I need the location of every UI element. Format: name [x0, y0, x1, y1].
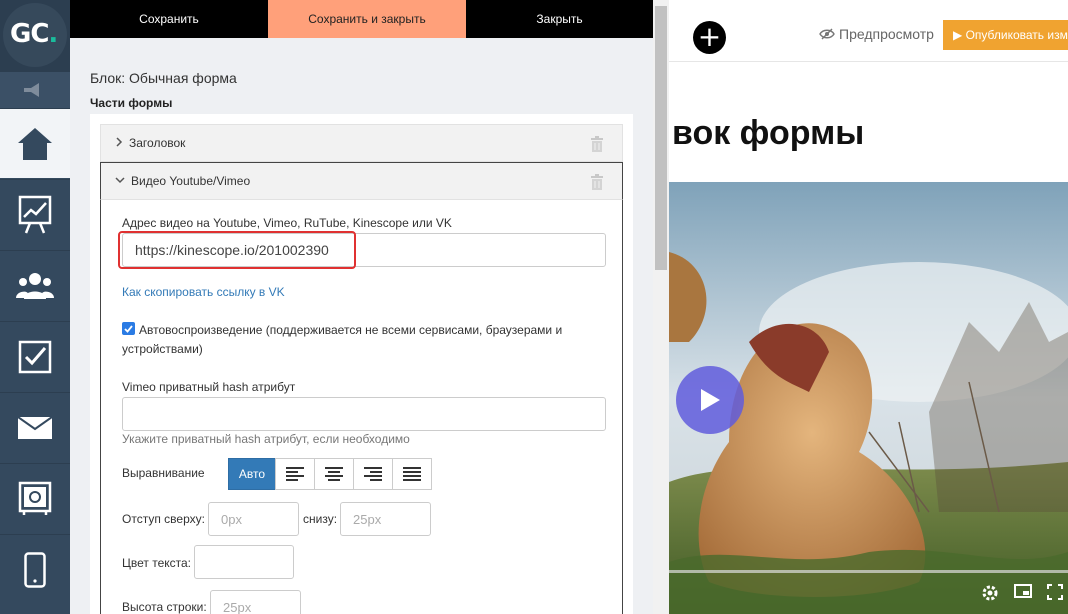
center-align-icon [325, 467, 343, 481]
eye-slash-icon [819, 28, 835, 40]
margin-bottom-placeholder: 25px [353, 511, 382, 527]
megaphone-icon [24, 83, 39, 97]
align-center-button[interactable] [314, 458, 354, 490]
form-title-preview: вок формы [672, 114, 865, 152]
text-color-input[interactable] [194, 545, 294, 579]
logo-dot: . [48, 19, 58, 49]
line-height-placeholder: 25px [223, 599, 252, 614]
right-align-icon [364, 467, 382, 481]
autoplay-label-line1: Автовоспроизведение (поддерживается не в… [139, 323, 563, 337]
preview-toolbar: + Предпросмотр ▶ Опубликовать изм [669, 0, 1068, 62]
fullscreen-button[interactable] [1047, 584, 1063, 603]
part-header-title[interactable]: Заголовок [100, 124, 623, 162]
line-height-input[interactable]: 25px [210, 590, 301, 614]
checkbox-icon [18, 340, 52, 373]
nav-analytics[interactable] [0, 179, 70, 249]
add-block-button[interactable]: + [693, 21, 726, 54]
nav-mobile[interactable] [0, 534, 70, 604]
align-auto-button[interactable]: Авто [228, 458, 276, 490]
part-label: Заголовок [129, 136, 186, 150]
autoplay-checkbox[interactable] [122, 322, 135, 335]
scrollbar-thumb[interactable] [655, 6, 667, 270]
align-right-button[interactable] [353, 458, 393, 490]
margin-top-placeholder: 0px [221, 511, 242, 527]
safe-icon [18, 481, 52, 515]
align-justify-button[interactable] [392, 458, 432, 490]
editor-toolbar: Сохранить Сохранить и закрыть Закрыть [70, 0, 653, 38]
form-parts-list: Заголовок Видео Youtube/Vimeo Адрес виде… [90, 114, 633, 614]
align-label: Выравнивание [122, 466, 205, 480]
trash-icon[interactable] [590, 136, 604, 155]
announcements-button[interactable] [0, 72, 70, 108]
fullscreen-icon [1047, 584, 1063, 600]
part-header-video[interactable]: Видео Youtube/Vimeo [100, 162, 623, 200]
logo[interactable]: GC. [0, 0, 70, 72]
envelope-icon [18, 416, 52, 439]
publish-button[interactable]: ▶ Опубликовать изм [943, 20, 1068, 50]
margin-top-input[interactable]: 0px [208, 502, 299, 536]
play-button[interactable] [676, 366, 744, 434]
margin-bottom-label: снизу: [303, 512, 338, 526]
mobile-phone-icon [24, 551, 46, 588]
vimeo-hash-help: Укажите приватный hash атрибут, если нео… [122, 432, 410, 446]
page-preview: + Предпросмотр ▶ Опубликовать изм вок фо… [669, 0, 1068, 614]
close-button[interactable]: Закрыть [466, 0, 653, 38]
vimeo-hash-label: Vimeo приватный hash атрибут [122, 380, 296, 394]
chevron-down-icon [115, 175, 125, 187]
url-highlight-box [118, 231, 356, 269]
block-title: Блок: Обычная форма [90, 70, 237, 86]
nav-users[interactable] [0, 250, 70, 320]
preview-button[interactable]: Предпросмотр [819, 26, 934, 42]
nav-home[interactable] [0, 108, 70, 178]
logo-letters: GC [10, 19, 49, 49]
video-part-settings: Адрес видео на Youtube, Vimeo, RuTube, K… [100, 200, 623, 614]
logo-text: GC. [10, 19, 58, 49]
margin-top-label: Отступ сверху: [122, 512, 205, 526]
video-url-label: Адрес видео на Youtube, Vimeo, RuTube, K… [122, 216, 452, 230]
nav-mail[interactable] [0, 392, 70, 462]
block-editor-panel: Сохранить Сохранить и закрыть Закрыть Бл… [70, 0, 653, 614]
users-icon [16, 272, 54, 299]
picture-in-picture-button[interactable] [1014, 584, 1032, 601]
left-align-icon [286, 467, 304, 481]
align-left-button[interactable] [275, 458, 315, 490]
left-nav: GC. [0, 0, 70, 614]
home-icon [18, 127, 52, 160]
pip-icon [1014, 584, 1032, 598]
preview-label: Предпросмотр [839, 26, 934, 42]
vk-copy-link[interactable]: Как скопировать ссылку в VK [122, 285, 285, 299]
editor-scrollbar[interactable] [653, 0, 669, 614]
text-color-label: Цвет текста: [122, 556, 192, 570]
nav-safe[interactable] [0, 463, 70, 533]
checkmark-icon [124, 324, 133, 333]
video-settings-button[interactable] [981, 584, 999, 605]
chevron-right-icon [115, 136, 123, 150]
line-height-label: Высота строки: [122, 600, 207, 614]
form-parts-heading: Части формы [90, 96, 173, 110]
autoplay-label-line2: устройствами) [122, 342, 203, 356]
chart-board-icon [18, 195, 52, 233]
gear-icon [982, 585, 998, 601]
save-button[interactable]: Сохранить [70, 0, 268, 38]
save-and-close-button[interactable]: Сохранить и закрыть [268, 0, 466, 38]
part-label: Видео Youtube/Vimeo [131, 174, 251, 188]
margin-bottom-input[interactable]: 25px [340, 502, 431, 536]
vimeo-hash-input[interactable] [122, 397, 606, 431]
nav-tasks[interactable] [0, 321, 70, 391]
justify-align-icon [403, 467, 421, 481]
trash-icon[interactable] [590, 174, 604, 193]
align-button-group: Авто [228, 458, 432, 490]
play-icon [701, 389, 720, 411]
